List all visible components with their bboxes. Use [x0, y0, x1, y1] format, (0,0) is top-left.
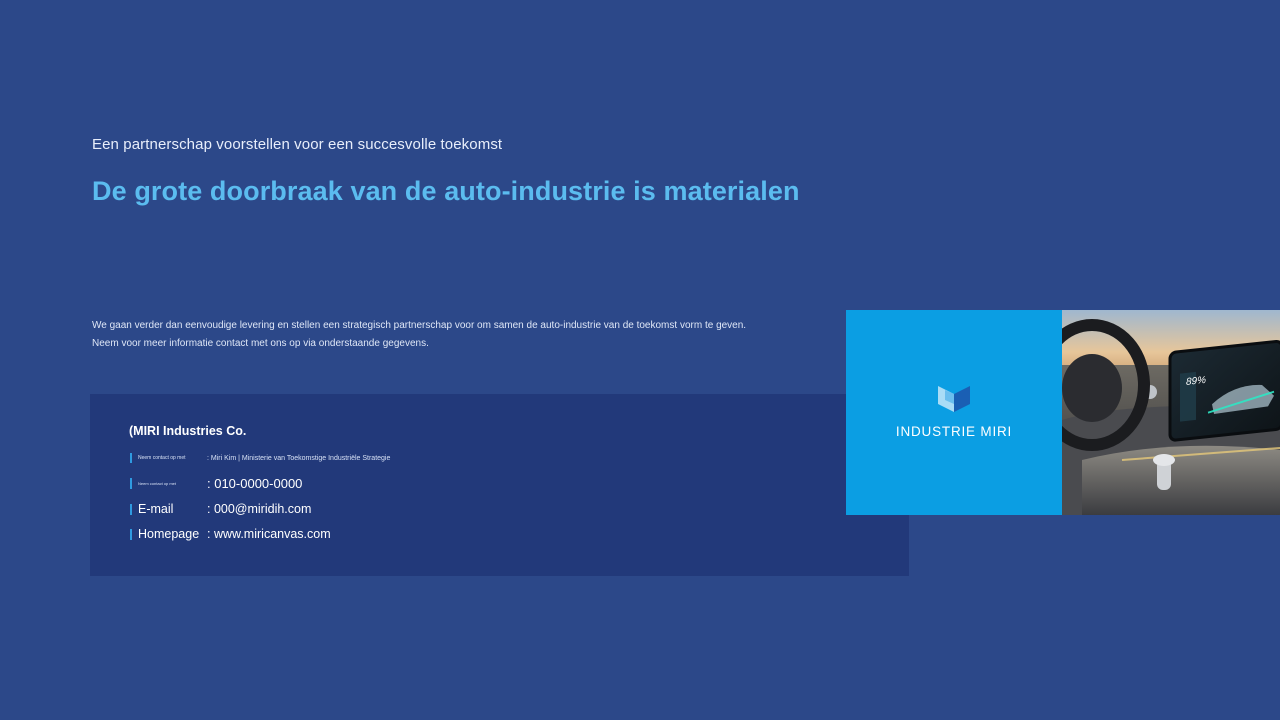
brand-tile: INDUSTRIE MIRI: [846, 310, 1062, 515]
contact-phone-value[interactable]: : 010-0000-0000: [207, 476, 302, 491]
contact-email-value[interactable]: : 000@miridih.com: [207, 502, 311, 516]
car-interior-illustration: 89%: [1062, 310, 1280, 515]
contact-homepage-value[interactable]: : www.miricanvas.com: [207, 527, 331, 541]
company-name: (MIRI Industries Co.: [129, 424, 247, 438]
contact-email-label: E-mail: [138, 502, 174, 516]
contact-panel: (MIRI Industries Co. Neem contact op met…: [90, 394, 909, 576]
intro-line: We gaan verder dan eenvoudige levering e…: [92, 320, 747, 331]
brand-name: INDUSTRIE MIRI: [895, 424, 1013, 439]
contact-homepage-label: Homepage: [138, 527, 200, 541]
car-interior-photo: 89%: [1062, 310, 1280, 515]
contact-row-email: E-mail : 000@miridih.com: [130, 502, 311, 516]
screen-readout: 89%: [1186, 375, 1206, 388]
intro-text: We gaan verder dan eenvoudige levering e…: [92, 317, 746, 353]
slide-subtitle: Een partnerschap voorstellen voor een su…: [92, 136, 503, 153]
contact-person-value: : Miri Kim | Ministerie van Toekomstige …: [207, 454, 391, 462]
contact-phone-label: Neem contact op met: [138, 481, 177, 486]
row-marker: [130, 478, 132, 489]
intro-line: Neem voor meer informatie contact met on…: [92, 338, 429, 349]
contact-row-phone: Neem contact op met : 010-0000-0000: [130, 476, 302, 491]
contact-row-person: Neem contact op met : Miri Kim | Ministe…: [130, 453, 390, 463]
row-marker: [130, 503, 132, 515]
miri-logo-icon: [938, 386, 970, 412]
slide-headline: De grote doorbraak van de auto-industrie…: [92, 176, 800, 206]
row-marker: [130, 528, 132, 540]
contact-person-label: Neem contact op met: [138, 455, 186, 461]
row-marker: [130, 453, 132, 463]
contact-row-homepage: Homepage : www.miricanvas.com: [130, 527, 331, 541]
